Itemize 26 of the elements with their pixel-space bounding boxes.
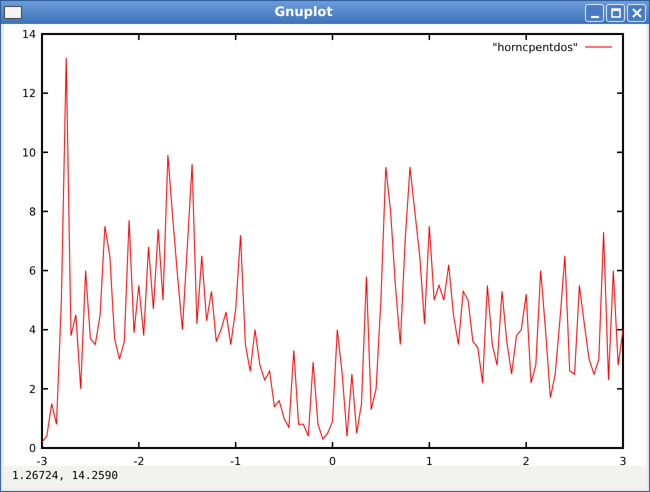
y-axis-label: 12 bbox=[22, 87, 36, 100]
x-axis-label: -2 bbox=[133, 455, 144, 466]
close-icon bbox=[630, 6, 642, 18]
legend-label: "horncpentdos" bbox=[492, 41, 578, 54]
window-title: Gnuplot bbox=[273, 5, 334, 20]
y-axis-label: 10 bbox=[22, 146, 36, 160]
x-axis-label: 2 bbox=[522, 455, 530, 466]
status-text: 1.26724, 14.2590 bbox=[4, 466, 646, 488]
y-axis-label: 4 bbox=[29, 324, 36, 337]
minimize-button[interactable] bbox=[585, 4, 604, 22]
x-axis-label: -1 bbox=[230, 455, 242, 466]
maximize-icon bbox=[610, 6, 622, 18]
x-axis-label: -3 bbox=[36, 455, 48, 466]
y-axis-label: 14 bbox=[22, 28, 36, 41]
x-axis-label: 0 bbox=[329, 455, 336, 466]
x-axis-label: 3 bbox=[620, 455, 626, 466]
y-axis-label: 6 bbox=[29, 264, 36, 278]
y-axis-label: 8 bbox=[29, 205, 36, 218]
x-axis-label: 1 bbox=[426, 455, 433, 466]
y-axis-label: 0 bbox=[29, 442, 36, 455]
minimize-icon bbox=[590, 16, 598, 18]
maximize-button[interactable] bbox=[606, 4, 625, 22]
close-button[interactable] bbox=[627, 4, 646, 22]
y-axis-label: 2 bbox=[29, 382, 36, 396]
window-menu-icon[interactable] bbox=[4, 6, 22, 19]
legend-line bbox=[584, 46, 612, 48]
